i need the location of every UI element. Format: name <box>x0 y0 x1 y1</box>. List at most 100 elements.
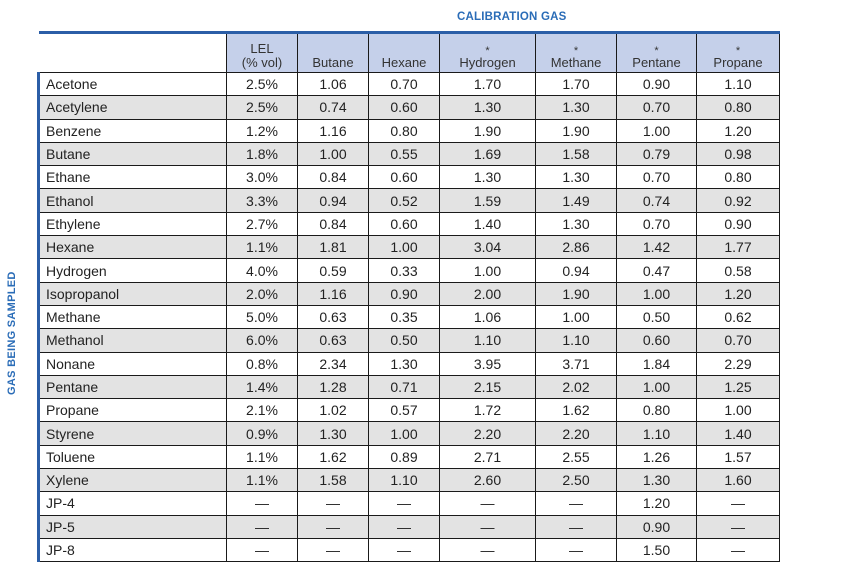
factor-cell: 1.30 <box>535 95 617 120</box>
lel-cell: 3.3% <box>226 188 298 213</box>
factor-cell: 1.57 <box>696 444 780 470</box>
factor-cell: — <box>368 514 440 539</box>
table-row: JP-4— — — — —1.20— <box>37 491 780 516</box>
table-row: Ethanol 3.3% 0.94 0.52 1.59 1.49 0.74 0.92 <box>37 188 780 213</box>
lel-cell: 1.1% <box>226 444 298 470</box>
lel-cell: 0.9% <box>226 421 298 446</box>
factor-cell: 0.57 <box>368 398 440 423</box>
table-row: Methanol 6.0% 0.63 0.50 1.10 1.10 0.60 0.70 <box>37 328 780 353</box>
factor-cell: 0.58 <box>696 258 780 283</box>
lel-cell: — <box>226 491 298 516</box>
factor-cell: 0.84 <box>297 165 369 190</box>
gas-name-cell: JP-8 <box>37 537 227 563</box>
table-row: Benzene 1.2% 1.16 0.80 1.90 1.90 1.00 1.20 <box>37 118 780 143</box>
factor-cell: 1.30 <box>535 211 617 237</box>
factor-cell: 1.10 <box>439 328 536 353</box>
table-row: Hydrogen 4.0% 0.59 0.33 1.00 0.94 0.47 0.58 <box>37 258 780 283</box>
factor-cell: 0.62 <box>696 304 780 330</box>
factor-cell: 0.70 <box>616 165 697 190</box>
factor-cell: 1.30 <box>535 165 617 190</box>
gas-name-cell: Isopropanol <box>37 281 227 306</box>
lel-cell: 1.1% <box>226 235 298 260</box>
column-header-lel: LEL (% vol) <box>226 31 298 73</box>
lel-cell: 5.0% <box>226 304 298 330</box>
factor-cell: 1.30 <box>297 421 369 446</box>
lel-cell: 0.8% <box>226 351 298 376</box>
gas-name-cell: Acetylene <box>37 95 227 120</box>
factor-cell: 2.60 <box>439 468 536 493</box>
factor-cell: 1.90 <box>535 281 617 306</box>
factor-cell: 1.00 <box>616 374 697 400</box>
factor-cell: 1.81 <box>297 235 369 260</box>
gas-name-cell: Benzene <box>37 118 227 143</box>
table-row: JP-5— — — — —0.90— <box>37 514 780 539</box>
correlation-factor-table: LEL (% vol) Butane Hexane * Hydrogen * Met… <box>37 31 780 563</box>
factor-cell: 1.00 <box>368 421 440 446</box>
table-body: Acetone 2.5% 1.06 0.70 1.70 1.70 0.90 1.10 Acety… <box>37 71 780 563</box>
factor-cell: 1.30 <box>439 165 536 190</box>
lel-cell: — <box>226 537 298 563</box>
factor-cell: 2.29 <box>696 351 780 376</box>
factor-cell: 0.35 <box>368 304 440 330</box>
factor-cell: 1.10 <box>368 468 440 493</box>
factor-cell: 1.40 <box>696 421 780 446</box>
factor-cell: 0.90 <box>616 71 697 97</box>
factor-cell: 1.58 <box>297 468 369 493</box>
gas-name-cell: Butane <box>37 141 227 167</box>
factor-cell: 0.47 <box>616 258 697 283</box>
factor-cell: — <box>535 537 617 563</box>
factor-cell: — <box>535 514 617 539</box>
table-row: JP-8— — — — —1.50— <box>37 537 780 563</box>
factor-cell: 2.34 <box>297 351 369 376</box>
column-label: Propane <box>713 55 763 70</box>
factor-cell: 0.80 <box>616 398 697 423</box>
lel-cell: 6.0% <box>226 328 298 353</box>
gas-name-cell: Ethane <box>37 165 227 190</box>
factor-cell: 1.16 <box>297 281 369 306</box>
factor-cell: 0.33 <box>368 258 440 283</box>
factor-cell: 0.90 <box>368 281 440 306</box>
factor-cell: 0.70 <box>368 71 440 97</box>
factor-cell: 1.72 <box>439 398 536 423</box>
factor-cell: 1.00 <box>535 304 617 330</box>
factor-cell: 1.00 <box>616 281 697 306</box>
table-row: Toluene 1.1% 1.62 0.89 2.71 2.55 1.26 1.57 <box>37 444 780 470</box>
gas-name-cell: Pentane <box>37 374 227 400</box>
column-header-row: LEL (% vol) Butane Hexane * Hydrogen * Met… <box>38 31 780 73</box>
factor-cell: 0.52 <box>368 188 440 213</box>
factor-cell: 1.77 <box>696 235 780 260</box>
factor-cell: 1.28 <box>297 374 369 400</box>
column-sublabel: (% vol) <box>241 55 283 70</box>
factor-cell: 0.79 <box>616 141 697 167</box>
factor-cell: 0.98 <box>696 141 780 167</box>
factor-cell: 1.10 <box>696 71 780 97</box>
factor-cell: 1.25 <box>696 374 780 400</box>
column-header-hydrogen: * Hydrogen <box>439 31 536 73</box>
factor-cell: 0.74 <box>616 188 697 213</box>
table-row: Pentane 1.4% 1.28 0.71 2.15 2.02 1.00 1.25 <box>37 374 780 400</box>
lel-cell: 1.8% <box>226 141 298 167</box>
column-header-propane: * Propane <box>696 31 780 73</box>
factor-cell: 1.20 <box>696 118 780 143</box>
column-header-methane: * Methane <box>535 31 617 73</box>
factor-cell: 2.15 <box>439 374 536 400</box>
factor-cell: 0.70 <box>616 211 697 237</box>
table-row: Ethane 3.0% 0.84 0.60 1.30 1.30 0.70 0.80 <box>37 165 780 190</box>
factor-cell: 1.62 <box>535 398 617 423</box>
factor-cell: 2.86 <box>535 235 617 260</box>
factor-cell: 0.50 <box>368 328 440 353</box>
factor-cell: 1.40 <box>439 211 536 237</box>
factor-cell: 1.60 <box>696 468 780 493</box>
factor-cell: 1.00 <box>297 141 369 167</box>
factor-cell: 1.49 <box>535 188 617 213</box>
gas-name-cell: Toluene <box>37 444 227 470</box>
factor-cell: 1.90 <box>439 118 536 143</box>
column-header-hexane: Hexane <box>368 31 440 73</box>
factor-cell: 0.63 <box>297 328 369 353</box>
factor-cell: 0.70 <box>696 328 780 353</box>
factor-cell: — <box>696 514 780 539</box>
gas-name-cell: Methane <box>37 304 227 330</box>
factor-cell: 2.71 <box>439 444 536 470</box>
factor-cell: 1.02 <box>297 398 369 423</box>
lel-cell: 4.0% <box>226 258 298 283</box>
